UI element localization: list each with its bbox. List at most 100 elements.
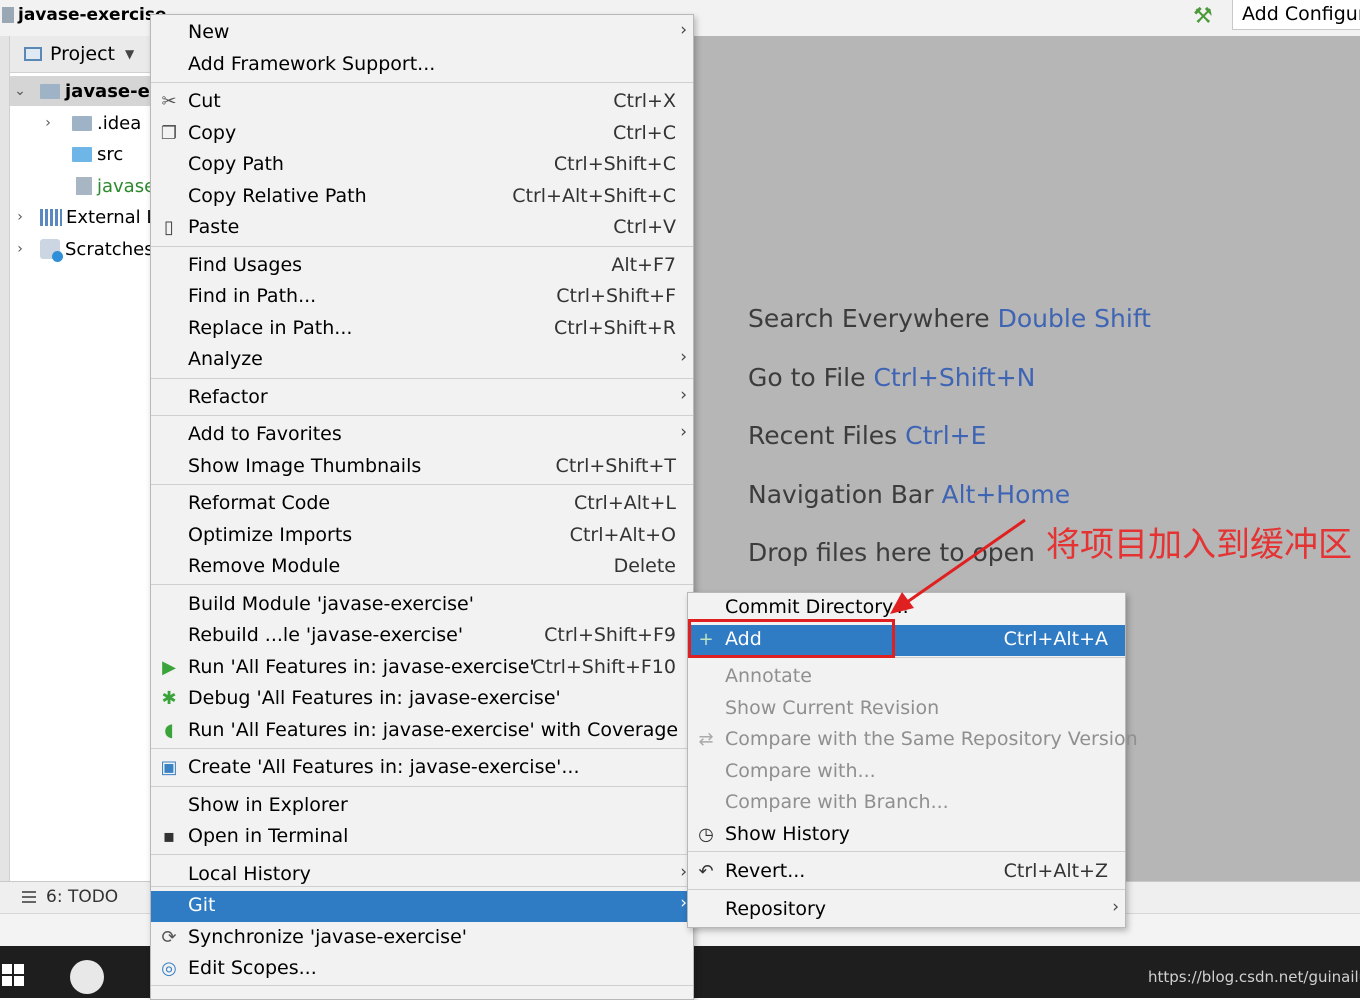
menu-item-label: Edit Scopes...	[188, 957, 317, 979]
menu-item-label: Annotate	[725, 665, 812, 687]
menu-separator	[688, 889, 1125, 890]
menu-item-shortcut: Ctrl+Shift+F10	[532, 656, 676, 678]
build-hammer-icon[interactable]: ⚒	[1193, 4, 1213, 29]
breadcrumb[interactable]: javase-exercise	[0, 0, 167, 30]
todo-tool-button[interactable]: 6: TODO	[22, 887, 118, 907]
context-menu-item-run-all-features-in-javase-exercise-with-coverage[interactable]: ◖ Run 'All Features in: javase-exercise' …	[151, 716, 693, 747]
context-menu-item-show-image-thumbnails[interactable]: Show Image Thumbnails Ctrl+Shift+T	[151, 452, 693, 483]
context-menu-item-refactor[interactable]: Refactor ›	[151, 383, 693, 414]
context-menu-item-copy-relative-path[interactable]: Copy Relative Path Ctrl+Alt+Shift+C	[151, 182, 693, 213]
terminal-icon: ▪	[162, 826, 176, 847]
module-folder-icon	[40, 83, 60, 99]
run-icon: ▶	[162, 657, 176, 678]
menu-item-label: Remove Module	[188, 555, 341, 577]
tool-window-stripe	[0, 36, 10, 881]
chevron-right-icon: ›	[1112, 897, 1119, 917]
tree-node-scratches[interactable]: › Scratches	[14, 234, 150, 264]
tree-node-idea[interactable]: › .idea	[42, 108, 141, 138]
git-menu-item-revert[interactable]: ↶ Revert... Ctrl+Alt+Z	[688, 857, 1125, 888]
context-menu-item-new[interactable]: New ›	[151, 18, 693, 49]
menu-item-label: Compare with the Same Repository Version	[725, 728, 1138, 750]
context-menu-item-synchronize-javase-exercise[interactable]: ⟳ Synchronize 'javase-exercise'	[151, 923, 693, 954]
context-menu-item-open-in-terminal[interactable]: ▪ Open in Terminal	[151, 822, 693, 853]
context-menu-item-cut[interactable]: ✂ Cut Ctrl+X	[151, 87, 693, 118]
menu-item-label: Add to Favorites	[188, 423, 342, 445]
project-header-label: Project	[50, 43, 116, 65]
add-configuration-button[interactable]: Add Configura	[1232, 0, 1360, 30]
sync-icon: ⟳	[161, 927, 177, 948]
context-menu-item-rebuild-le-javase-exercise[interactable]: Rebuild ...le 'javase-exercise' Ctrl+Shif…	[151, 621, 693, 652]
context-menu-item-build-module-javase-exercise[interactable]: Build Module 'javase-exercise'	[151, 590, 693, 621]
chevron-right-icon: ›	[680, 20, 687, 40]
context-menu-item-add-framework-support[interactable]: Add Framework Support...	[151, 50, 693, 81]
context-menu-item-edit-scopes[interactable]: ◎ Edit Scopes...	[151, 954, 693, 985]
context-menu-item-remove-module[interactable]: Remove Module Delete	[151, 552, 693, 583]
menu-item-shortcut: Ctrl+Alt+L	[574, 492, 676, 514]
menu-item-shortcut: Ctrl+Shift+T	[555, 455, 676, 477]
git-menu-item-show-history[interactable]: ◷ Show History	[688, 820, 1125, 851]
menu-item-label: Show Current Revision	[725, 697, 940, 719]
menu-item-label: Copy Path	[188, 153, 284, 175]
menu-item-shortcut: Ctrl+Shift+R	[553, 317, 676, 339]
tree-node-src[interactable]: src	[72, 139, 123, 169]
menu-item-label: Debug 'All Features in: javase-exercise'	[188, 687, 561, 709]
chevron-right-icon[interactable]: ›	[14, 209, 26, 225]
tree-node-root[interactable]: ⌄ javase-ex	[14, 76, 150, 106]
menu-separator	[151, 748, 693, 749]
scopes-icon: ◎	[161, 958, 177, 979]
context-menu-item-replace-in-path[interactable]: Replace in Path... Ctrl+Shift+R	[151, 314, 693, 345]
menu-item-label: Show History	[725, 823, 850, 845]
menu-item-label: Copy Relative Path	[188, 185, 367, 207]
menu-item-label: Repository	[725, 898, 827, 920]
menu-item-label: Find in Path...	[188, 285, 317, 307]
context-menu-item-analyze[interactable]: Analyze ›	[151, 345, 693, 376]
menu-item-label: Run 'All Features in: javase-exercise' w…	[188, 719, 679, 741]
menu-item-label: Compare with...	[725, 760, 876, 782]
chevron-right-icon: ›	[680, 347, 687, 367]
tree-node-label: javase	[97, 175, 150, 197]
project-tool-window: Project ▼ ⌄ javase-ex › .idea src javase…	[10, 36, 150, 881]
windows-start-icon[interactable]	[2, 964, 24, 986]
context-menu-item-debug-all-features-in-javase-exercise[interactable]: ✱ Debug 'All Features in: javase-exercise…	[151, 684, 693, 715]
menu-separator	[151, 886, 693, 887]
context-menu-item-add-to-favorites[interactable]: Add to Favorites ›	[151, 420, 693, 451]
tree-node-label: Scratches	[65, 238, 150, 260]
context-menu-item-optimize-imports[interactable]: Optimize Imports Ctrl+Alt+O	[151, 521, 693, 552]
menu-item-label: Create 'All Features in: javase-exercise…	[188, 756, 580, 778]
chevron-down-icon[interactable]: ⌄	[14, 83, 26, 99]
context-menu-item-paste[interactable]: ▯ Paste Ctrl+V	[151, 213, 693, 244]
git-menu-item-compare-with-branch: Compare with Branch...	[688, 788, 1125, 819]
menu-item-shortcut: Ctrl+X	[613, 90, 676, 112]
app-taskbar-icon[interactable]	[70, 960, 104, 994]
context-menu-item-copy[interactable]: ❐ Copy Ctrl+C	[151, 119, 693, 150]
menu-item-label: Analyze	[188, 348, 263, 370]
chevron-down-icon[interactable]: ▼	[125, 47, 134, 61]
tree-node-iml[interactable]: javase	[76, 171, 150, 201]
menu-item-label: Reformat Code	[188, 492, 331, 514]
context-menu-item-show-in-explorer[interactable]: Show in Explorer	[151, 791, 693, 822]
menu-item-shortcut: Ctrl+V	[613, 216, 676, 238]
breadcrumb-project[interactable]: javase-exercise	[18, 5, 167, 25]
context-menu-item-find-in-path[interactable]: Find in Path... Ctrl+Shift+F	[151, 282, 693, 313]
context-menu-item-run-all-features-in-javase-exercise[interactable]: ▶ Run 'All Features in: javase-exercise' C…	[151, 653, 693, 684]
context-menu-item-create-all-features-in-javase-exercise[interactable]: ▣ Create 'All Features in: javase-exercis…	[151, 753, 693, 784]
menu-item-label: Optimize Imports	[188, 524, 353, 546]
debug-icon: ✱	[161, 688, 177, 709]
chevron-right-icon[interactable]: ›	[42, 115, 54, 131]
git-menu-item-repository[interactable]: Repository ›	[688, 895, 1125, 926]
project-view-selector[interactable]: Project ▼	[10, 36, 150, 73]
menu-item-label: New	[188, 21, 230, 43]
context-menu-item-find-usages[interactable]: Find Usages Alt+F7	[151, 251, 693, 282]
module-icon	[2, 7, 14, 23]
chevron-right-icon[interactable]: ›	[14, 241, 26, 257]
todo-label: 6: TODO	[46, 887, 119, 907]
context-menu-item-git[interactable]: Git ›	[151, 891, 693, 922]
tree-node-label: .idea	[97, 112, 142, 134]
menu-separator	[151, 484, 693, 485]
menu-item-label: Git	[188, 894, 216, 916]
project-icon	[24, 47, 42, 61]
tree-node-external-libraries[interactable]: › External L	[14, 202, 150, 232]
context-menu-item-copy-path[interactable]: Copy Path Ctrl+Shift+C	[151, 150, 693, 181]
context-menu-item-reformat-code[interactable]: Reformat Code Ctrl+Alt+L	[151, 489, 693, 520]
menu-item-label: Rebuild ...le 'javase-exercise'	[188, 624, 464, 646]
